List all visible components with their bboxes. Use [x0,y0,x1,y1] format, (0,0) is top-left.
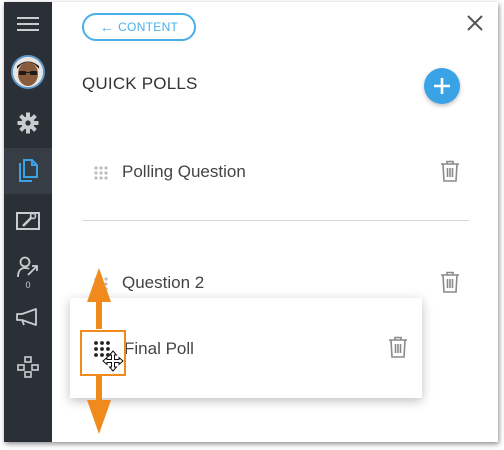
app-window: 0 ← CONTENT QUICK POLLS Polling Question… [4,2,498,442]
arrow-down-icon [87,376,111,434]
drag-direction-arrows [87,268,111,434]
arrow-up-icon [87,268,111,329]
